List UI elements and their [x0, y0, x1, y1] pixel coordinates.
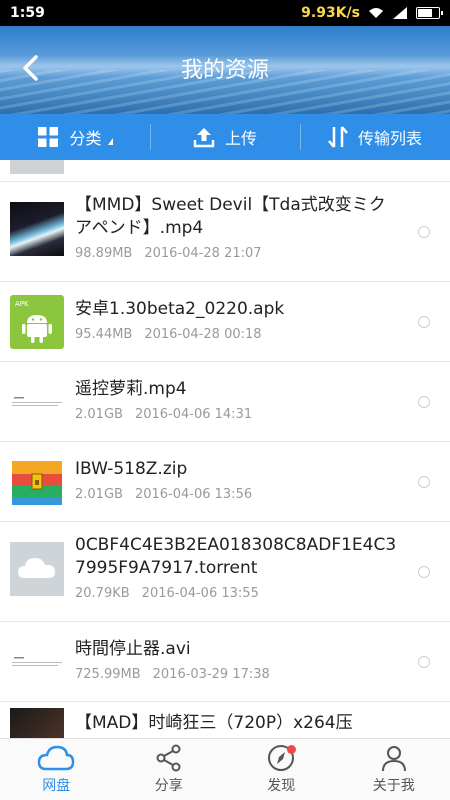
- file-date: 2016-03-29 17:38: [152, 667, 270, 682]
- notification-badge: [287, 745, 296, 754]
- file-name: 0CBF4C4E3B2EA018308C8ADF1E4C37995F9A7917…: [75, 535, 397, 578]
- file-row[interactable]: 0CBF4C4E3B2EA018308C8ADF1E4C37995F9A7917…: [0, 522, 450, 622]
- nav-item-share[interactable]: 分享: [113, 739, 226, 800]
- select-radio[interactable]: [418, 565, 430, 578]
- list-item-partial[interactable]: [0, 160, 450, 182]
- file-info: 遥控萝莉.mp4 2.01GB 2016-04-06 14:31: [75, 378, 406, 422]
- cloud-icon: [37, 745, 75, 771]
- video-thumbnail: [10, 202, 64, 256]
- nav-label: 分享: [154, 778, 183, 794]
- video-thumbnail: [10, 708, 64, 738]
- grid-icon: [38, 127, 59, 147]
- nav-item-discover[interactable]: 发现: [225, 739, 338, 800]
- file-date: 2016-04-06 13:55: [141, 586, 259, 601]
- file-info: 【MAD】时崎狂三（720P）x264压: [75, 712, 406, 735]
- person-icon: [381, 746, 406, 772]
- file-date: 2016-04-06 14:31: [134, 407, 253, 422]
- cloud-file-icon: [10, 542, 64, 596]
- nav-label: 网盘: [42, 778, 71, 794]
- file-date: 2016-04-28 21:07: [144, 246, 262, 261]
- transfer-arrows-icon: [328, 126, 348, 148]
- nav-label: 关于我: [372, 778, 415, 794]
- file-size: 98.89MB: [75, 246, 133, 261]
- file-row[interactable]: APK 安卓1.30beta2_0220.apk 95.44MB 2016-04…: [0, 282, 450, 362]
- nav-item-netdisk[interactable]: 网盘: [0, 739, 113, 800]
- upload-label: 上传: [224, 129, 257, 148]
- file-name: 遥控萝莉.mp4: [75, 379, 187, 399]
- file-name: 【MMD】Sweet Devil【Tda式改变ミク アペンド】.mp4: [75, 195, 386, 238]
- upload-icon: [193, 128, 215, 148]
- file-list[interactable]: 【MMD】Sweet Devil【Tda式改变ミク アペンド】.mp4 98.8…: [0, 160, 450, 738]
- file-row[interactable]: 遥控萝莉.mp4 2.01GB 2016-04-06 14:31: [0, 362, 450, 442]
- file-row[interactable]: 時間停止器.avi 725.99MB 2016-03-29 17:38: [0, 622, 450, 702]
- file-date: 2016-04-06 13:56: [134, 487, 253, 502]
- nav-item-about-me[interactable]: 关于我: [338, 739, 450, 800]
- document-thumbnail: [10, 375, 64, 429]
- file-size: 20.79KB: [75, 586, 130, 601]
- select-radio[interactable]: [418, 225, 430, 238]
- category-label: 分类: [69, 129, 102, 148]
- file-info: IBW-518Z.zip 2.01GB 2016-04-06 13:56: [75, 458, 406, 502]
- select-radio[interactable]: [418, 655, 430, 668]
- file-size: 2.01GB: [75, 407, 123, 422]
- page-title: 我的资源: [180, 58, 269, 83]
- svg-text:APK: APK: [15, 300, 29, 308]
- file-size: 2.01GB: [75, 487, 123, 502]
- transfer-list-button[interactable]: 传输列表: [300, 114, 450, 160]
- upload-button[interactable]: 上传: [150, 114, 300, 160]
- file-info: 時間停止器.avi 725.99MB 2016-03-29 17:38: [75, 638, 406, 682]
- document-thumbnail: [10, 635, 64, 689]
- caret-down-icon: [107, 137, 113, 145]
- file-name: IBW-518Z.zip: [75, 459, 188, 479]
- zip-icon: [10, 455, 64, 509]
- battery-icon: [416, 7, 443, 19]
- top-bar: 我的资源: [0, 26, 450, 114]
- status-bar: 1:59 9.93K/s: [0, 0, 450, 26]
- select-radio[interactable]: [418, 475, 430, 488]
- apk-icon: APK: [10, 295, 64, 349]
- action-toolbar: 分类 上传 传输列表: [0, 114, 450, 160]
- network-speed: 9.93K/s: [301, 5, 360, 21]
- file-size: 725.99MB: [75, 667, 141, 682]
- file-info: 【MMD】Sweet Devil【Tda式改变ミク アペンド】.mp4 98.8…: [75, 194, 406, 261]
- bottom-nav: 网盘 分享 发现 关于我: [0, 738, 450, 800]
- file-row[interactable]: 【MMD】Sweet Devil【Tda式改变ミク アペンド】.mp4 98.8…: [0, 182, 450, 282]
- nav-label: 发现: [267, 778, 296, 794]
- share-icon: [156, 744, 181, 772]
- file-info: 0CBF4C4E3B2EA018308C8ADF1E4C37995F9A7917…: [75, 534, 406, 601]
- file-thumbnail: [10, 160, 64, 174]
- wifi-icon: [369, 8, 383, 18]
- file-info: 安卓1.30beta2_0220.apk 95.44MB 2016-04-28 …: [75, 298, 406, 342]
- select-radio[interactable]: [418, 395, 430, 408]
- file-row[interactable]: 【MAD】时崎狂三（720P）x264压: [0, 702, 450, 738]
- file-size: 95.44MB: [75, 327, 133, 342]
- transfer-list-label: 传输列表: [357, 129, 422, 148]
- file-name: 【MAD】时崎狂三（720P）x264压: [75, 713, 353, 733]
- category-button[interactable]: 分类: [0, 114, 150, 160]
- status-time: 1:59: [10, 5, 45, 21]
- file-date: 2016-04-28 00:18: [144, 327, 262, 342]
- file-row[interactable]: IBW-518Z.zip 2.01GB 2016-04-06 13:56: [0, 442, 450, 522]
- signal-icon: [393, 7, 407, 19]
- file-name: 安卓1.30beta2_0220.apk: [75, 299, 285, 319]
- file-name: 時間停止器.avi: [75, 639, 191, 659]
- select-radio[interactable]: [418, 315, 430, 328]
